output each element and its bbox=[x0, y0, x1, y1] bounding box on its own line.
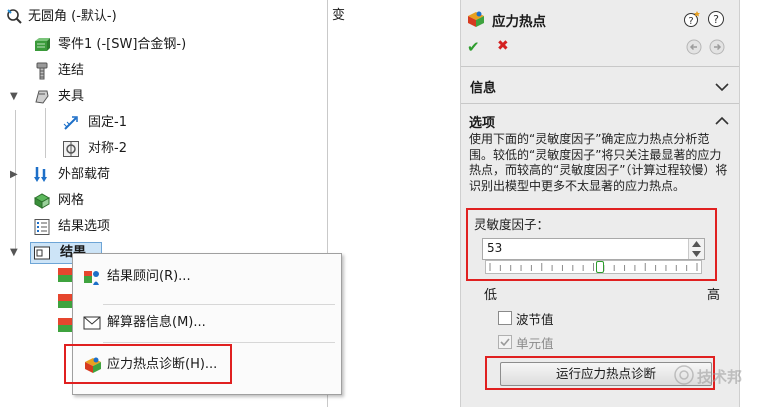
plot-icon[interactable] bbox=[58, 294, 72, 308]
back-arrow-icon[interactable] bbox=[686, 39, 702, 55]
tree-root-label: 无圆角 (-默认-) bbox=[28, 9, 117, 24]
tree-item-fixtures-label: 夹具 bbox=[58, 89, 85, 104]
slider-low-label: 低 bbox=[484, 288, 498, 303]
tree-item-result-options-label: 结果选项 bbox=[58, 219, 111, 234]
svg-text:?: ? bbox=[688, 16, 693, 27]
section-divider bbox=[461, 103, 739, 104]
pm-border bbox=[739, 0, 740, 407]
cancel-button[interactable]: ✖ bbox=[497, 38, 509, 54]
options-description: 使用下面的“灵敏度因子”确定应力热点分析范围。较低的“灵敏度因子”将只关注最显著… bbox=[469, 132, 728, 193]
results-folder-icon bbox=[34, 246, 50, 260]
section-info-header[interactable]: 信息 bbox=[461, 70, 739, 100]
tree-item-fixed-label: 固定-1 bbox=[88, 115, 127, 130]
slider-high-label: 高 bbox=[707, 288, 721, 303]
mesh-icon bbox=[33, 193, 51, 209]
element-checkbox[interactable] bbox=[498, 335, 512, 349]
watermark-logo-icon bbox=[674, 365, 694, 385]
stray-text: 变 bbox=[332, 8, 346, 23]
help-whats-new-icon[interactable]: ? bbox=[683, 10, 701, 28]
element-checkbox-label: 单元值 bbox=[516, 336, 554, 351]
result-options-icon bbox=[34, 219, 50, 235]
highlight-box-sensitivity bbox=[466, 208, 717, 281]
expand-arrow-icon[interactable]: ▶ bbox=[10, 164, 20, 186]
forward-arrow-icon[interactable] bbox=[709, 39, 725, 55]
help-icon[interactable]: ? bbox=[707, 10, 725, 28]
pm-border bbox=[460, 0, 461, 407]
results-advisor-icon bbox=[84, 271, 99, 285]
connections-icon bbox=[36, 62, 48, 80]
chevron-up-icon[interactable] bbox=[715, 116, 729, 126]
plot-icon[interactable] bbox=[58, 268, 72, 282]
part-icon bbox=[35, 38, 50, 51]
wave-checkbox[interactable] bbox=[498, 311, 512, 325]
highlight-box-menu bbox=[64, 344, 232, 384]
tree-item-part-label: 零件1 (-[SW]合金钢-) bbox=[58, 37, 187, 52]
check-icon bbox=[500, 338, 510, 347]
collapse-arrow-icon[interactable]: ▼ bbox=[10, 86, 20, 108]
section-options-header[interactable]: 选项 bbox=[461, 106, 739, 131]
tree-item-external-loads-label: 外部载荷 bbox=[58, 167, 111, 182]
menu-item-results-advisor-label: 结果顾问(R)... bbox=[107, 269, 191, 284]
pm-title: 应力热点 bbox=[492, 14, 546, 30]
menu-item-results-advisor[interactable]: 结果顾问(R)... bbox=[73, 262, 341, 292]
section-info-label: 信息 bbox=[470, 81, 497, 96]
menu-separator bbox=[103, 304, 335, 305]
wave-checkbox-label: 波节值 bbox=[516, 312, 554, 327]
study-icon bbox=[7, 9, 22, 24]
tree-guide-line bbox=[45, 108, 46, 158]
external-loads-icon bbox=[34, 167, 47, 182]
section-options-label: 选项 bbox=[469, 116, 496, 131]
chevron-down-icon[interactable] bbox=[715, 82, 729, 92]
menu-item-solver-info-label: 解算器信息(M)... bbox=[107, 315, 206, 330]
collapse-arrow-icon[interactable]: ▼ bbox=[10, 242, 20, 264]
section-divider bbox=[461, 66, 739, 67]
fixtures-icon bbox=[35, 90, 49, 104]
menu-separator bbox=[103, 342, 335, 343]
ok-button[interactable]: ✔ bbox=[467, 38, 480, 56]
watermark-text: 技术邦 bbox=[697, 368, 743, 386]
fixed-geometry-icon bbox=[63, 116, 78, 130]
svg-text:?: ? bbox=[713, 13, 719, 26]
plot-icon[interactable] bbox=[58, 318, 72, 332]
watermark: 技术邦 bbox=[673, 360, 753, 390]
tree-item-symmetry-label: 对称-2 bbox=[88, 141, 127, 156]
hotspot-icon bbox=[468, 11, 484, 27]
tree-item-connections-label: 连结 bbox=[58, 63, 85, 78]
menu-item-solver-info[interactable]: 解算器信息(M)... bbox=[73, 308, 341, 338]
envelope-icon bbox=[83, 316, 101, 330]
symmetry-icon bbox=[63, 141, 79, 157]
tree-item-mesh-label: 网格 bbox=[58, 193, 85, 208]
